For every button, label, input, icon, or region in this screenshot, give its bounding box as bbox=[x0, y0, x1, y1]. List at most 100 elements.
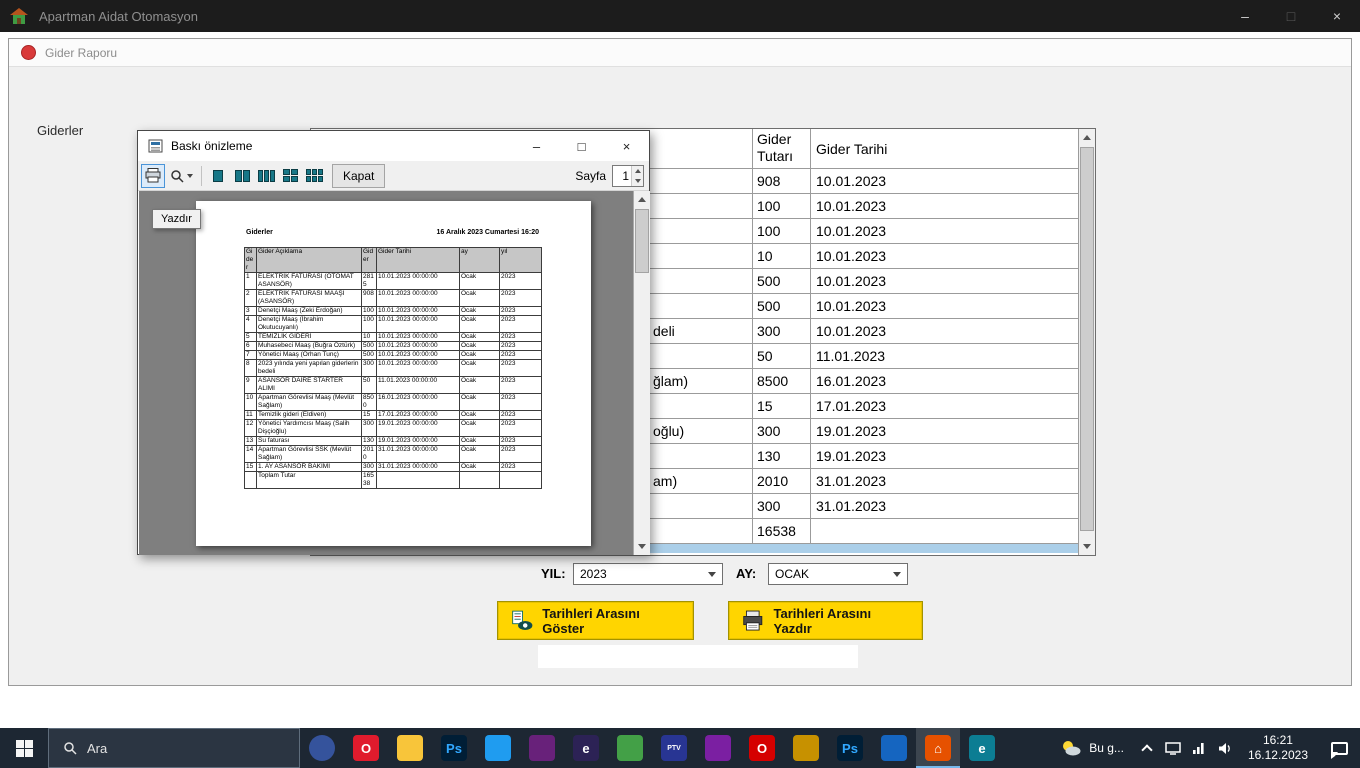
print-preview-icon bbox=[148, 139, 163, 153]
report-cell: 17.01.2023 00:00:00 bbox=[376, 410, 460, 420]
preview-scrollbar[interactable] bbox=[633, 191, 650, 555]
report-cell: 19.01.2023 00:00:00 bbox=[376, 419, 460, 437]
opera-icon[interactable]: O bbox=[344, 728, 388, 768]
report-cell: 10.01.2023 00:00:00 bbox=[376, 272, 460, 290]
kapat-button[interactable]: Kapat bbox=[332, 163, 386, 188]
page-up-arrow[interactable] bbox=[632, 165, 643, 176]
start-button[interactable] bbox=[0, 728, 48, 768]
tray-volume-icon[interactable] bbox=[1212, 728, 1238, 768]
print-between-dates-button[interactable]: Tarihleri Arasını Yazdır bbox=[728, 601, 923, 640]
ptv-icon[interactable]: PTV bbox=[652, 728, 696, 768]
report-cell: 2023 bbox=[499, 341, 542, 351]
report-row: 9 ASANSÖR DAİRE STARTER ALIMI 50 11.01.2023… bbox=[244, 376, 542, 394]
scroll-thumb[interactable] bbox=[1080, 147, 1094, 531]
report-header-row: Gider Gider Açıklama Gider Gider Tarihi ay yı… bbox=[244, 247, 542, 273]
report-cell: 15 bbox=[244, 462, 257, 472]
page-spinner[interactable]: 1 bbox=[612, 164, 644, 187]
grid-header-date[interactable]: Gider Tarihi bbox=[811, 129, 1079, 168]
tray-display-icon[interactable] bbox=[1160, 728, 1186, 768]
file-explorer-icon[interactable] bbox=[388, 728, 432, 768]
report-cell: Ocak bbox=[459, 306, 500, 316]
report-row: 12 Yönetici Yardımcısı Maaş (Salih Dişçio… bbox=[244, 419, 542, 437]
report-cell: 2023 bbox=[499, 359, 542, 377]
report-cell: 10.01.2023 00:00:00 bbox=[376, 350, 460, 360]
main-titlebar[interactable]: Apartman Aidat Otomasyon – □ × bbox=[0, 0, 1360, 32]
action-center-icon[interactable] bbox=[1318, 728, 1360, 768]
report-header-cell: ay bbox=[459, 247, 500, 273]
print-preview-titlebar[interactable]: Baskı önizleme – □ × bbox=[138, 131, 649, 161]
grid-cell-date: 10.01.2023 bbox=[811, 219, 1079, 243]
app-grid-icon-glyph bbox=[617, 735, 643, 761]
report-cell: Ocak bbox=[459, 289, 500, 307]
photos-icon[interactable] bbox=[872, 728, 916, 768]
report-cell bbox=[459, 471, 500, 489]
preview-scroll-thumb[interactable] bbox=[635, 209, 649, 273]
grid-header-amount[interactable]: Gider Tutarı bbox=[753, 129, 811, 168]
year-select[interactable]: 2023 bbox=[573, 563, 723, 585]
giderler-section-label: Giderler bbox=[37, 123, 84, 138]
vscode-icon[interactable] bbox=[476, 728, 520, 768]
minimize-button[interactable]: – bbox=[1222, 0, 1268, 32]
report-cell: Ocak bbox=[459, 393, 500, 411]
preview-scroll-up[interactable] bbox=[634, 191, 650, 208]
edge-icon[interactable]: e bbox=[960, 728, 1004, 768]
grid-cell-amt: 16538 bbox=[753, 519, 811, 543]
scroll-up-arrow[interactable] bbox=[1079, 129, 1095, 146]
game-icon-glyph bbox=[793, 735, 819, 761]
zoom-button[interactable] bbox=[165, 164, 197, 188]
app-grid-icon[interactable] bbox=[608, 728, 652, 768]
taskbar-clock[interactable]: 16:21 16.12.2023 bbox=[1238, 733, 1318, 763]
university-logo-icon-glyph bbox=[309, 735, 335, 761]
report-cell: 300 bbox=[361, 462, 377, 472]
tray-network-icon[interactable] bbox=[1186, 728, 1212, 768]
photoshop-icon[interactable]: Ps bbox=[432, 728, 476, 768]
apartman-app-icon[interactable]: ⌂ bbox=[916, 728, 960, 768]
scroll-down-arrow[interactable] bbox=[1079, 538, 1095, 555]
visual-studio-icon[interactable] bbox=[520, 728, 564, 768]
report-cell bbox=[499, 471, 542, 489]
page-label: Sayfa bbox=[575, 168, 606, 183]
report-cell: Ocak bbox=[459, 376, 500, 394]
three-pages-button[interactable] bbox=[254, 164, 278, 188]
eclipse-icon[interactable]: e bbox=[564, 728, 608, 768]
report-cell: Ocak bbox=[459, 272, 500, 290]
show-between-dates-button[interactable]: Tarihleri Arasını Göster bbox=[497, 601, 694, 640]
opera-icon-glyph: O bbox=[353, 735, 379, 761]
four-pages-button[interactable] bbox=[278, 164, 302, 188]
university-logo-icon[interactable] bbox=[300, 728, 344, 768]
printer-icon bbox=[145, 168, 161, 183]
report-header-cell: Gider Tarihi bbox=[376, 247, 460, 273]
gider-raporu-titlebar[interactable]: Gider Raporu bbox=[9, 39, 1351, 67]
taskbar-search[interactable]: Ara bbox=[48, 728, 300, 768]
netbeans-icon[interactable] bbox=[696, 728, 740, 768]
game-icon[interactable] bbox=[784, 728, 828, 768]
tray-overflow-chevron[interactable] bbox=[1134, 728, 1160, 768]
report-cell: 100 bbox=[361, 306, 377, 316]
report-cell: 6 bbox=[244, 341, 257, 351]
one-page-button[interactable] bbox=[206, 164, 230, 188]
weather-widget[interactable]: Bu g... bbox=[1050, 728, 1134, 768]
grid-vertical-scrollbar[interactable] bbox=[1078, 129, 1095, 555]
preview-close-button[interactable]: × bbox=[604, 131, 649, 161]
maximize-button[interactable]: □ bbox=[1268, 0, 1314, 32]
six-pages-button[interactable] bbox=[302, 164, 326, 188]
photoshop-2-icon[interactable]: Ps bbox=[828, 728, 872, 768]
page-down-arrow[interactable] bbox=[632, 175, 643, 186]
opera-gx-icon[interactable]: O bbox=[740, 728, 784, 768]
preview-scroll-down[interactable] bbox=[634, 538, 650, 555]
taskbar: Ara O Ps e PTV O Ps ⌂ e Bu g... 16:21 16.12.202… bbox=[0, 728, 1360, 768]
report-cell: Denetçi Maaş (Zeki Erdoğan) bbox=[256, 306, 362, 316]
photoshop-icon-glyph: Ps bbox=[441, 735, 467, 761]
print-button[interactable] bbox=[141, 163, 165, 188]
report-cell: Yönetici Yardımcısı Maaş (Salih Dişçioğl… bbox=[256, 419, 362, 437]
report-cell: 14 bbox=[244, 445, 257, 463]
report-cell: 10.01.2023 00:00:00 bbox=[376, 315, 460, 333]
month-label: AY: bbox=[736, 566, 757, 581]
report-cell: Apartman Görevlisi Maaş (Mevlüt Sağlam) bbox=[256, 393, 362, 411]
preview-maximize-button[interactable]: □ bbox=[559, 131, 604, 161]
two-pages-button[interactable] bbox=[230, 164, 254, 188]
preview-minimize-button[interactable]: – bbox=[514, 131, 559, 161]
close-button[interactable]: × bbox=[1314, 0, 1360, 32]
month-select[interactable]: OCAK bbox=[768, 563, 908, 585]
report-cell: 2023 bbox=[499, 419, 542, 437]
